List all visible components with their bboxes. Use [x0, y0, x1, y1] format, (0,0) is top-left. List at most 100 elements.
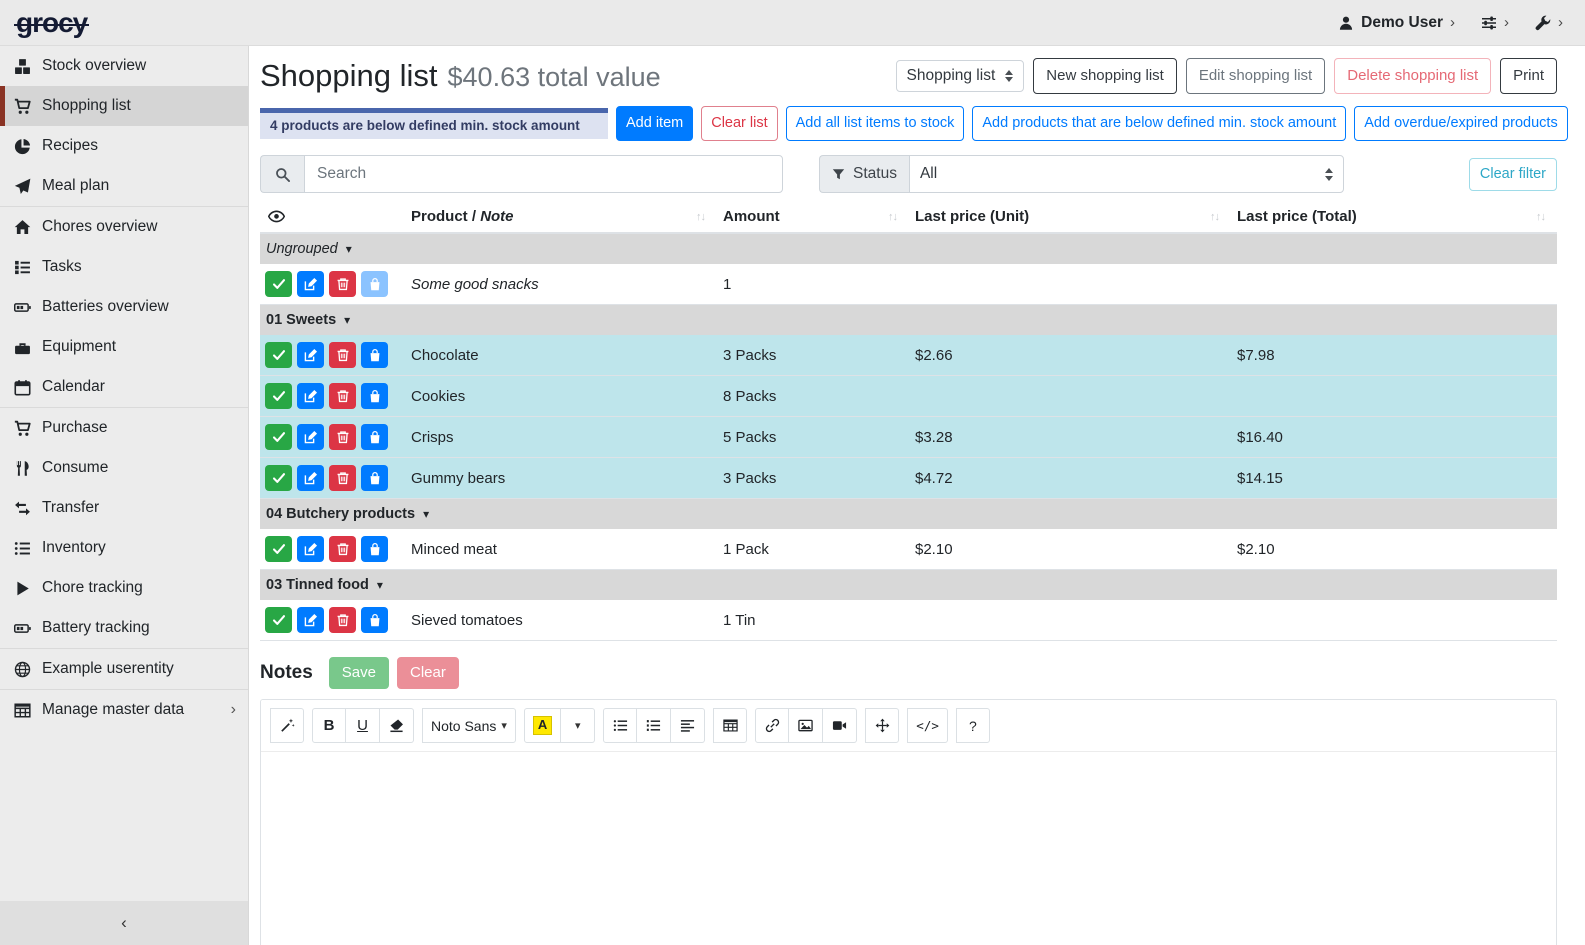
column-header-amount[interactable]: Amount ↑↓	[717, 201, 909, 232]
sidebar-collapse-button[interactable]: ‹	[0, 901, 248, 945]
add-to-stock-button[interactable]	[361, 271, 388, 297]
select-arrows-icon	[1005, 70, 1013, 83]
mark-done-button[interactable]	[265, 342, 292, 368]
delete-item-button[interactable]	[329, 383, 356, 409]
add-to-stock-button[interactable]	[361, 383, 388, 409]
add-to-stock-button[interactable]	[361, 607, 388, 633]
add-overdue-button[interactable]: Add overdue/expired products	[1354, 106, 1567, 141]
editor-underline-button[interactable]: U	[346, 708, 380, 743]
column-header-product[interactable]: Product / Note ↑↓	[405, 201, 717, 232]
notes-clear-button[interactable]: Clear	[397, 657, 459, 689]
mark-done-button[interactable]	[265, 607, 292, 633]
editor-video-camera-button[interactable]	[823, 708, 857, 743]
add-below-min-stock-button[interactable]: Add products that are below defined min.…	[972, 106, 1346, 141]
editor-magic-wand-button[interactable]	[270, 708, 304, 743]
edit-item-button[interactable]	[297, 383, 324, 409]
group-header-04-butchery-products[interactable]: 04 Butchery products▾	[260, 499, 1557, 529]
sidebar-item-inventory[interactable]: Inventory	[0, 528, 248, 568]
delete-item-button[interactable]	[329, 607, 356, 633]
sidebar-item-batteries-overview[interactable]: Batteries overview	[0, 287, 248, 327]
sidebar-item-manage-master-data[interactable]: Manage master data›	[0, 690, 248, 730]
product-cell: Crisps	[405, 429, 717, 446]
group-header-03-tinned-food[interactable]: 03 Tinned food▾	[260, 570, 1557, 600]
magic-wand-icon	[280, 718, 295, 733]
editor-color-caret-button[interactable]: ▾	[561, 708, 595, 743]
editor-link-chain-button[interactable]	[755, 708, 789, 743]
delete-item-button[interactable]	[329, 424, 356, 450]
add-to-stock-button[interactable]	[361, 465, 388, 491]
clear-list-button[interactable]: Clear list	[701, 106, 777, 141]
sidebar-item-transfer[interactable]: Transfer	[0, 488, 248, 528]
notes-save-button[interactable]: Save	[329, 657, 389, 689]
editor-font-color-button[interactable]: A	[524, 708, 561, 743]
wrench-icon	[1535, 15, 1551, 31]
edit-item-button[interactable]	[297, 271, 324, 297]
add-to-stock-button[interactable]	[361, 536, 388, 562]
user-menu[interactable]: Demo User›	[1338, 14, 1455, 32]
editor-bold-button[interactable]: B	[312, 708, 346, 743]
sidebar-item-example-userentity[interactable]: Example userentity	[0, 649, 248, 689]
editor-arrows-expand-button[interactable]	[865, 708, 899, 743]
grocy-logo[interactable]: grocy	[16, 9, 87, 37]
sidebar-item-stock-overview[interactable]: Stock overview	[0, 46, 248, 86]
sidebar-item-meal-plan[interactable]: Meal plan	[0, 166, 248, 206]
notes-editor-area[interactable]	[261, 752, 1556, 945]
add-all-to-stock-button[interactable]: Add all list items to stock	[786, 106, 965, 141]
mark-done-button[interactable]	[265, 383, 292, 409]
mark-done-button[interactable]	[265, 271, 292, 297]
add-to-stock-button[interactable]	[361, 424, 388, 450]
add-item-button[interactable]: Add item	[616, 106, 693, 141]
editor-font-name-button[interactable]: Noto Sans▾	[422, 708, 516, 743]
mark-done-button[interactable]	[265, 536, 292, 562]
print-button[interactable]: Print	[1500, 58, 1557, 94]
editor-image-button[interactable]	[789, 708, 823, 743]
editor-align-left-button[interactable]	[671, 708, 705, 743]
column-header-last-price-total[interactable]: Last price (Total) ↑↓	[1231, 201, 1557, 232]
sidebar-item-consume[interactable]: Consume	[0, 448, 248, 488]
edit-item-button[interactable]	[297, 607, 324, 633]
filter-funnel-icon	[832, 168, 845, 181]
sidebar-item-chores-overview[interactable]: Chores overview	[0, 207, 248, 247]
editor-list-ul-button[interactable]	[603, 708, 637, 743]
group-header-ungrouped[interactable]: Ungrouped▾	[260, 234, 1557, 264]
search-input[interactable]	[304, 155, 783, 193]
add-to-stock-button[interactable]	[361, 342, 388, 368]
sidebar-item-purchase[interactable]: Purchase	[0, 408, 248, 448]
delete-item-button[interactable]	[329, 536, 356, 562]
new-shopping-list-button[interactable]: New shopping list	[1033, 58, 1177, 94]
editor-eraser-button[interactable]	[380, 708, 414, 743]
edit-shopping-list-button[interactable]: Edit shopping list	[1186, 58, 1325, 94]
sidebar-item-equipment[interactable]: Equipment	[0, 327, 248, 367]
delete-item-button[interactable]	[329, 465, 356, 491]
mark-done-button[interactable]	[265, 465, 292, 491]
sidebar-item-battery-tracking[interactable]: Battery tracking	[0, 608, 248, 648]
column-header-last-price-unit[interactable]: Last price (Unit) ↑↓	[909, 201, 1231, 232]
editor-help-button[interactable]: ?	[956, 708, 990, 743]
status-select[interactable]: All	[909, 155, 1344, 193]
delete-shopping-list-button[interactable]: Delete shopping list	[1334, 58, 1491, 94]
sidebar-item-chore-tracking[interactable]: Chore tracking	[0, 568, 248, 608]
delete-item-button[interactable]	[329, 342, 356, 368]
editor-table-grid-button[interactable]	[713, 708, 747, 743]
edit-pencil-icon	[304, 430, 318, 444]
sidebar-item-shopping-list[interactable]: Shopping list	[0, 86, 248, 126]
mark-done-button[interactable]	[265, 424, 292, 450]
edit-item-button[interactable]	[297, 424, 324, 450]
settings-menu[interactable]: ›	[1481, 15, 1509, 31]
sidebar-item-recipes[interactable]: Recipes	[0, 126, 248, 166]
edit-item-button[interactable]	[297, 536, 324, 562]
toggle-done-items-eye-button[interactable]	[268, 208, 285, 225]
edit-item-button[interactable]	[297, 342, 324, 368]
editor-list-ol-button[interactable]	[637, 708, 671, 743]
admin-menu[interactable]: ›	[1535, 15, 1563, 31]
editor-code-view-button[interactable]: </>	[907, 708, 948, 743]
below-min-stock-alert[interactable]: 4 products are below defined min. stock …	[260, 108, 608, 139]
group-header-01-sweets[interactable]: 01 Sweets▾	[260, 305, 1557, 335]
delete-item-button[interactable]	[329, 271, 356, 297]
shopping-list-select[interactable]: Shopping list	[896, 60, 1025, 92]
sidebar-item-tasks[interactable]: Tasks	[0, 247, 248, 287]
edit-item-button[interactable]	[297, 465, 324, 491]
sidebar-item-calendar[interactable]: Calendar	[0, 367, 248, 407]
sidebar-item-label: Inventory	[42, 539, 236, 557]
clear-filter-button[interactable]: Clear filter	[1469, 158, 1557, 191]
